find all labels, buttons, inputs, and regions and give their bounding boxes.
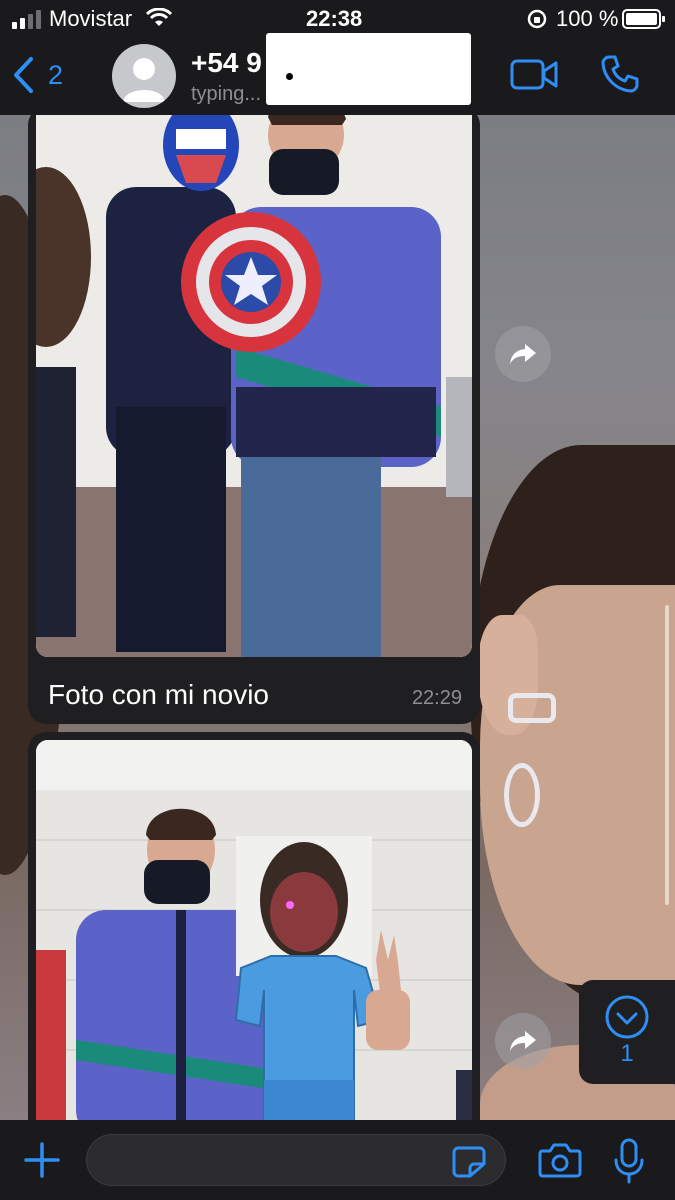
message-time: 22:29 [411, 687, 462, 709]
rotation-lock-icon [527, 9, 547, 29]
phone-icon [601, 55, 639, 93]
default-avatar-icon [123, 58, 165, 102]
contact-name[interactable]: +54 9 [191, 47, 262, 79]
clock: 22:38 [306, 6, 363, 31]
sticker-icon [452, 1146, 486, 1178]
chat-header: 2 +54 9 typing... [0, 33, 675, 115]
carrier-name: Movistar [49, 6, 133, 31]
contact-status: typing... [191, 83, 262, 105]
redaction-dot [286, 73, 293, 80]
plus-icon [24, 1142, 60, 1178]
chevron-left-icon [14, 57, 33, 93]
redaction-box [266, 33, 471, 105]
sticker-button[interactable] [452, 1146, 486, 1183]
forward-button[interactable] [495, 1013, 551, 1069]
unread-message-count: 1 [620, 1040, 634, 1067]
forward-arrow-icon [510, 344, 536, 364]
forward-button[interactable] [495, 326, 551, 382]
wallpaper-hoop-earring [504, 763, 540, 827]
battery-percentage: 100 % [556, 6, 619, 31]
message-bubble[interactable]: Foto con mi novio 22:29 [28, 115, 480, 724]
camera-button[interactable] [538, 1142, 582, 1183]
wallpaper-earring [508, 693, 556, 723]
camera-icon [538, 1143, 582, 1178]
avatar[interactable] [112, 44, 176, 108]
message-photo[interactable] [36, 740, 472, 1120]
message-bubble[interactable] [28, 732, 480, 1120]
photo-boy-and-girl-cutout [36, 740, 472, 1120]
scroll-to-bottom-button[interactable]: 1 [579, 980, 675, 1084]
chat-area[interactable]: Foto con mi novio 22:29 1 [0, 115, 675, 1120]
message-photo[interactable] [36, 115, 472, 657]
forward-arrow-icon [510, 1031, 536, 1051]
signal-icon [12, 10, 41, 29]
battery-icon [622, 9, 665, 29]
unread-chats-count: 2 [48, 59, 64, 90]
message-input[interactable] [86, 1134, 506, 1186]
photo-two-people-shield [36, 115, 472, 657]
scrollbar[interactable] [665, 605, 669, 905]
video-camera-icon [510, 59, 558, 90]
video-call-button[interactable] [510, 58, 558, 97]
back-button[interactable]: 2 [12, 54, 82, 96]
microphone-icon [614, 1138, 644, 1184]
microphone-button[interactable] [612, 1138, 646, 1189]
message-caption: Foto con mi novio [48, 679, 269, 710]
wifi-icon [146, 8, 172, 26]
composer-bar [0, 1120, 675, 1200]
attach-button[interactable] [22, 1140, 62, 1185]
voice-call-button[interactable] [600, 54, 640, 99]
